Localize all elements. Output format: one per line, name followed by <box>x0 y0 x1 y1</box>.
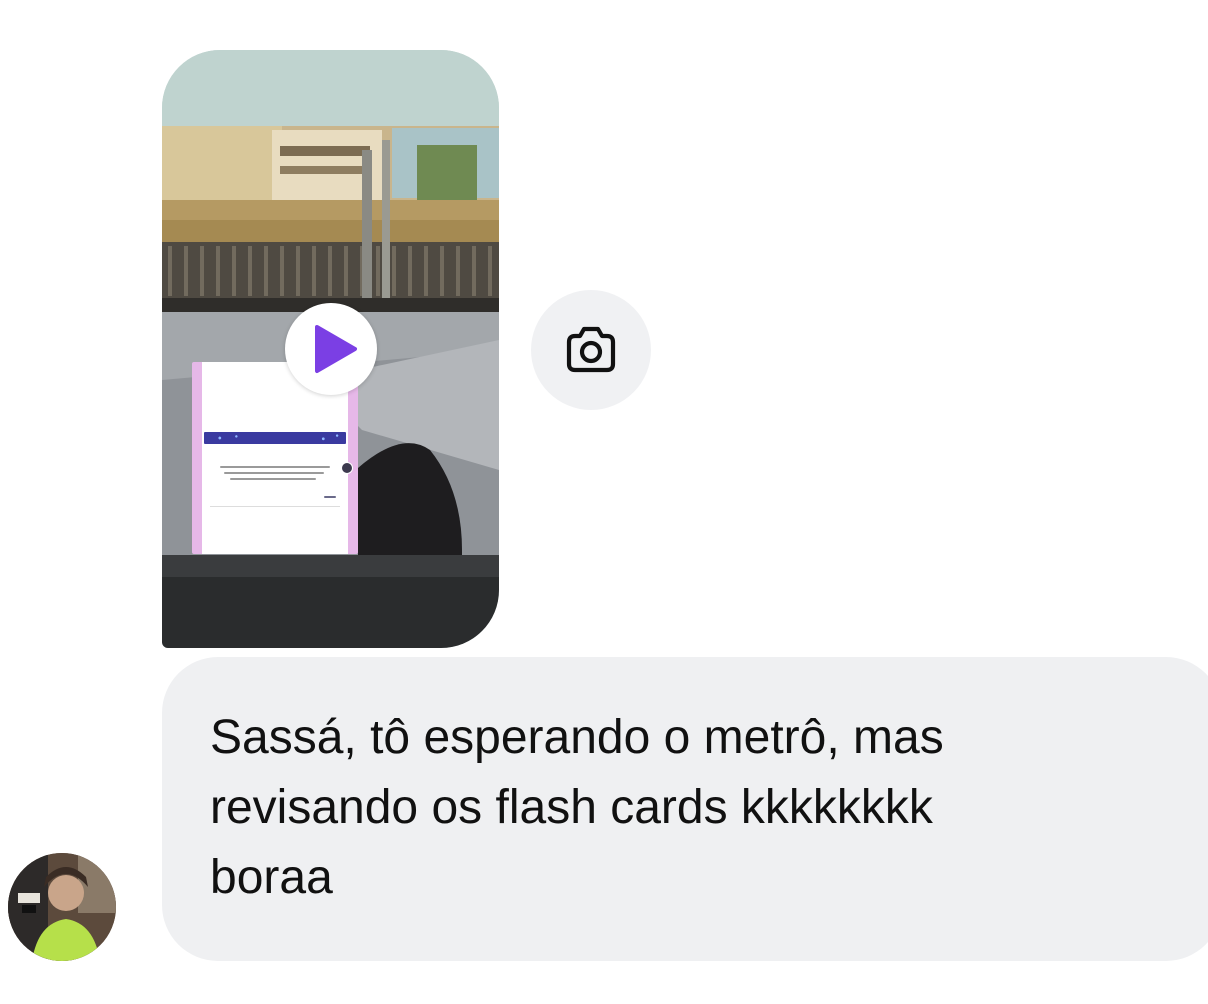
camera-reply-button[interactable] <box>531 290 651 410</box>
play-icon <box>315 325 357 373</box>
message-bubble[interactable]: Sassá, tô esperando o metrô, mas revisan… <box>162 657 1208 961</box>
flashcard-knob <box>341 462 353 474</box>
avatar[interactable] <box>8 853 116 961</box>
message-text: Sassá, tô esperando o metrô, mas revisan… <box>210 711 944 904</box>
play-button[interactable] <box>285 303 377 395</box>
camera-icon <box>566 326 616 373</box>
profile-photo <box>8 853 116 961</box>
flashcard-header <box>204 432 346 444</box>
